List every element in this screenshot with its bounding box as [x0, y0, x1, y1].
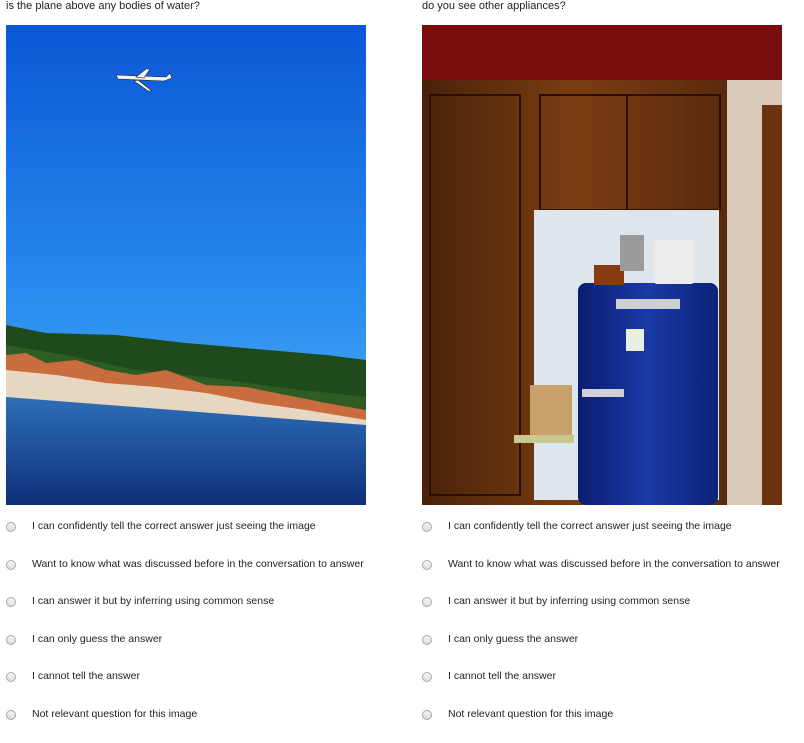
option-not-relevant[interactable]: Not relevant question for this image	[422, 706, 802, 743]
option-label: I can answer it but by inferring using c…	[448, 595, 690, 607]
question-text: do you see other appliances?	[422, 0, 802, 14]
airplane-photo	[6, 25, 366, 505]
refrigerator-photo	[422, 25, 782, 505]
answer-options: I can confidently tell the correct answe…	[6, 518, 386, 743]
option-common-sense[interactable]: I can answer it but by inferring using c…	[6, 593, 386, 631]
option-label: I can confidently tell the correct answe…	[32, 520, 316, 532]
radio-button[interactable]	[422, 560, 432, 570]
radio-button[interactable]	[422, 522, 432, 532]
option-label: I cannot tell the answer	[448, 670, 556, 682]
option-cannot-tell[interactable]: I cannot tell the answer	[422, 668, 802, 706]
option-label: Not relevant question for this image	[32, 708, 197, 720]
answer-options: I can confidently tell the correct answe…	[422, 518, 802, 743]
radio-button[interactable]	[6, 597, 16, 607]
option-guess[interactable]: I can only guess the answer	[422, 631, 802, 669]
radio-button[interactable]	[422, 672, 432, 682]
radio-button[interactable]	[6, 560, 16, 570]
option-label: Want to know what was discussed before i…	[32, 558, 364, 570]
radio-button[interactable]	[422, 635, 432, 645]
radio-button[interactable]	[422, 710, 432, 720]
option-common-sense[interactable]: I can answer it but by inferring using c…	[422, 593, 802, 631]
radio-button[interactable]	[422, 597, 432, 607]
option-confident[interactable]: I can confidently tell the correct answe…	[6, 518, 386, 556]
option-confident[interactable]: I can confidently tell the correct answe…	[422, 518, 802, 556]
option-label: I can answer it but by inferring using c…	[32, 595, 274, 607]
radio-button[interactable]	[6, 672, 16, 682]
question-card-1: is the plane above any bodies of water?	[6, 0, 386, 743]
radio-button[interactable]	[6, 635, 16, 645]
question-text: is the plane above any bodies of water?	[6, 0, 386, 14]
question-card-2: do you see other appliances?	[422, 0, 802, 743]
option-label: I can confidently tell the correct answe…	[448, 520, 732, 532]
option-need-context[interactable]: Want to know what was discussed before i…	[6, 556, 386, 594]
option-label: I can only guess the answer	[448, 633, 578, 645]
radio-button[interactable]	[6, 710, 16, 720]
option-label: Not relevant question for this image	[448, 708, 613, 720]
option-label: Want to know what was discussed before i…	[448, 558, 780, 570]
option-not-relevant[interactable]: Not relevant question for this image	[6, 706, 386, 743]
radio-button[interactable]	[6, 522, 16, 532]
option-cannot-tell[interactable]: I cannot tell the answer	[6, 668, 386, 706]
option-guess[interactable]: I can only guess the answer	[6, 631, 386, 669]
option-label: I cannot tell the answer	[32, 670, 140, 682]
option-need-context[interactable]: Want to know what was discussed before i…	[422, 556, 802, 594]
option-label: I can only guess the answer	[32, 633, 162, 645]
